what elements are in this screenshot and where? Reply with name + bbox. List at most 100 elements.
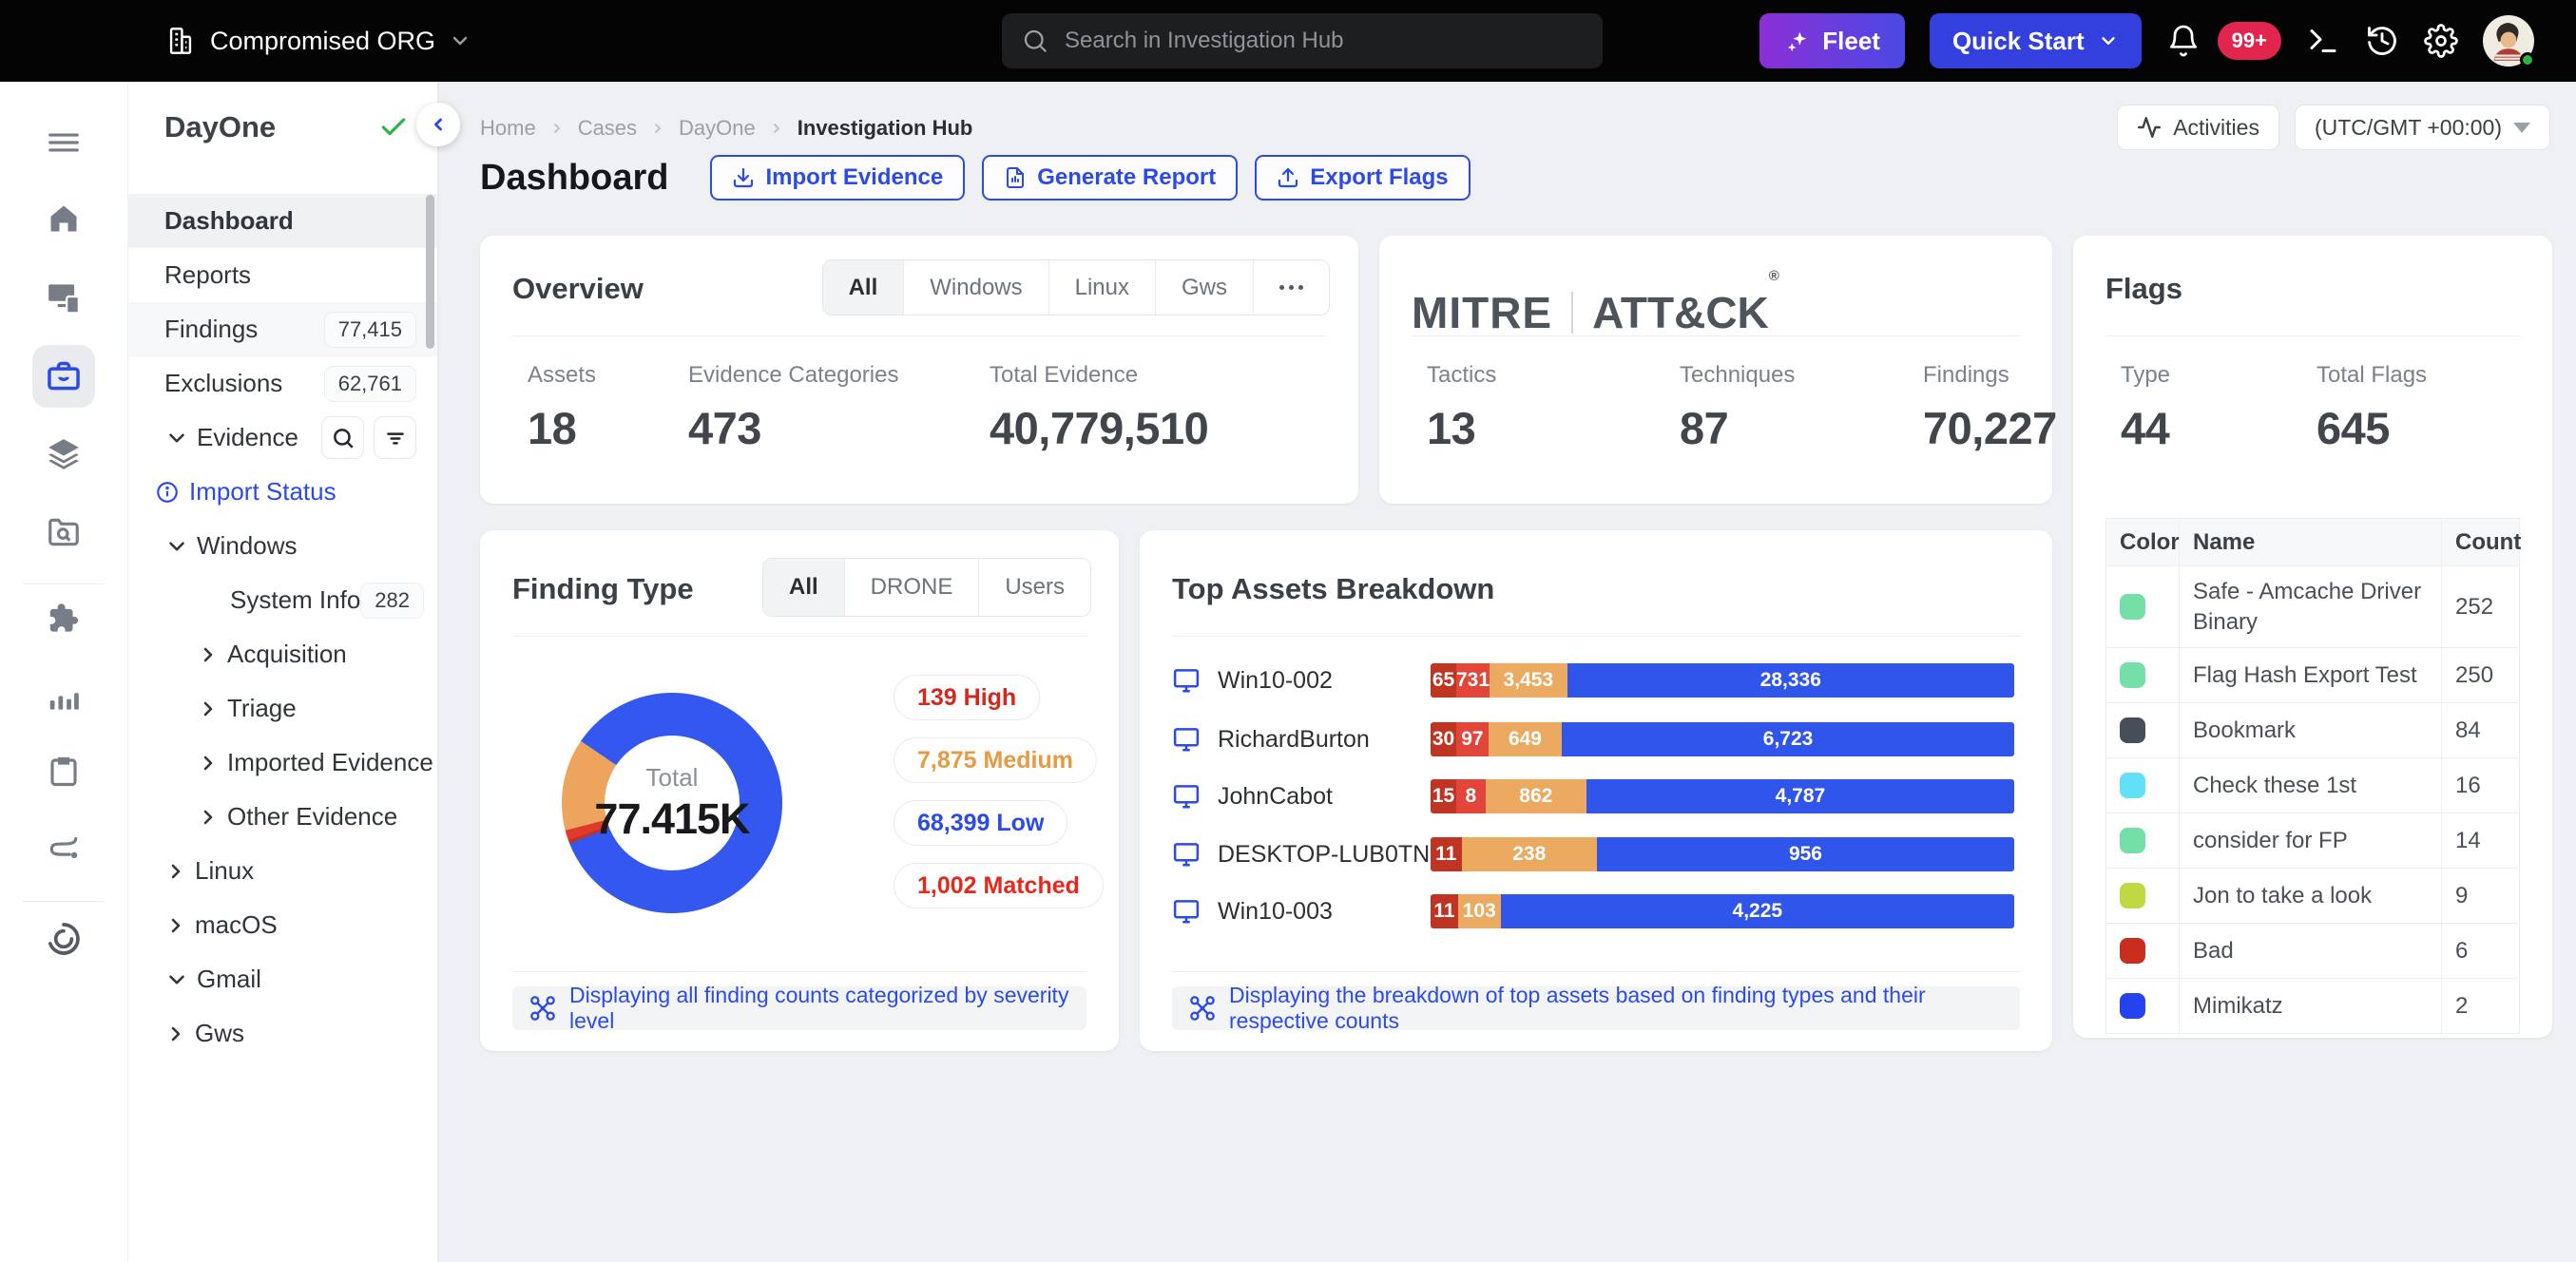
sidebar-item-evidence[interactable]: Evidence (128, 411, 437, 465)
sidebar-collapse-button[interactable] (416, 103, 460, 146)
flag-row[interactable]: Jon to take a look9 (2106, 869, 2519, 924)
sidebar-scrollbar-thumb[interactable] (426, 195, 434, 349)
tab-all[interactable]: All (763, 559, 844, 616)
sidebar-item-system-info[interactable]: System Info282 (128, 573, 437, 627)
drone-hub-logo-icon[interactable] (45, 920, 83, 958)
sidebar-item-triage[interactable]: Triage (128, 681, 437, 736)
flag-row[interactable]: Bookmark84 (2106, 703, 2519, 758)
flag-row[interactable]: consider for FP14 (2106, 813, 2519, 869)
finding-count-segment: 8 (1456, 779, 1486, 813)
org-name: Compromised ORG (210, 27, 435, 56)
case-briefcase-icon[interactable] (46, 358, 82, 394)
breadcrumb-home[interactable]: Home (480, 116, 536, 141)
donut-total-label: Total (646, 763, 699, 793)
flag-row[interactable]: Safe - Amcache Driver Binary252 (2106, 566, 2519, 648)
case-check-icon (378, 112, 409, 143)
sidebar-item-linux[interactable]: Linux (128, 844, 437, 898)
activities-button[interactable]: Activities (2117, 105, 2279, 150)
tab-gws[interactable]: Gws (1155, 260, 1253, 315)
flag-row[interactable]: Mimikatz2 (2106, 979, 2519, 1034)
asset-name[interactable]: DESKTOP-LUB0TNN (1218, 841, 1447, 869)
asset-name[interactable]: JohnCabot (1218, 783, 1333, 811)
overview-card: Overview All Windows Linux Gws Assets 18… (480, 236, 1358, 504)
console-button[interactable] (2306, 24, 2340, 58)
sidebar-item-import-status[interactable]: Import Status (128, 465, 437, 519)
evidence-filter-button[interactable] (374, 416, 416, 459)
chevron-right-icon (197, 806, 220, 829)
legend-pill-low[interactable]: 68,399 Low (894, 800, 1067, 846)
user-avatar[interactable] (2483, 15, 2534, 67)
notification-count-badge[interactable]: 99+ (2218, 22, 2281, 60)
tab-windows[interactable]: Windows (903, 260, 1048, 315)
sidebar-item-findings[interactable]: Findings77,415 (128, 302, 437, 356)
report-file-icon (1004, 166, 1027, 189)
sidebar-item-macos[interactable]: macOS (128, 898, 437, 952)
generate-report-button[interactable]: Generate Report (982, 155, 1238, 201)
finding-count-segment: 28,336 (1567, 663, 2014, 698)
evidence-search-button[interactable] (321, 416, 364, 459)
statistics-bars-icon[interactable] (46, 679, 82, 716)
timezone-value: (UTC/GMT +00:00) (2315, 115, 2502, 141)
quick-start-button[interactable]: Quick Start (1930, 13, 2142, 68)
mitre-attack-logo: MITRE ATT&CK® (1412, 287, 1779, 338)
evidence-categories-value: 473 (688, 402, 898, 454)
tab-users[interactable]: Users (978, 559, 1090, 616)
fleet-button[interactable]: Fleet (1759, 13, 1905, 68)
search-input[interactable] (1065, 28, 1584, 54)
home-icon[interactable] (47, 201, 81, 236)
sidebar-item-dashboard[interactable]: Dashboard (128, 194, 437, 248)
tasks-clipboard-icon[interactable] (47, 755, 81, 789)
sidebar-item-exclusions[interactable]: Exclusions62,761 (128, 356, 437, 411)
history-icon (2365, 24, 2399, 58)
legend-pill-high[interactable]: 139 High (894, 675, 1040, 720)
flag-row[interactable]: Bad6 (2106, 924, 2519, 979)
integrations-puzzle-icon[interactable] (46, 602, 82, 638)
export-flags-button[interactable]: Export Flags (1255, 155, 1470, 201)
evidence-layers-icon[interactable] (46, 436, 82, 472)
asset-name[interactable]: RichardBurton (1218, 726, 1370, 754)
legend-pill-medium[interactable]: 7,875 Medium (894, 737, 1097, 783)
asset-name[interactable]: Win10-003 (1218, 898, 1333, 926)
import-evidence-button[interactable]: Import Evidence (710, 155, 965, 201)
chevron-right-icon (650, 121, 665, 136)
breadcrumb-current: Investigation Hub (798, 116, 973, 141)
sidebar-item-label: Gmail (197, 965, 261, 994)
history-button[interactable] (2365, 24, 2399, 58)
building-icon (164, 25, 197, 57)
sidebar-item-acquisition[interactable]: Acquisition (128, 627, 437, 681)
more-tabs-button[interactable] (1253, 260, 1329, 315)
sidebar-item-reports[interactable]: Reports (128, 248, 437, 302)
legend-pill-matched[interactable]: 1,002 Matched (894, 863, 1104, 908)
flag-row[interactable]: Check these 1st16 (2106, 758, 2519, 813)
sidebar-item-gws[interactable]: Gws (128, 1006, 437, 1061)
finding-count-segment: 238 (1462, 837, 1597, 871)
tab-drone[interactable]: DRONE (844, 559, 979, 616)
tab-linux[interactable]: Linux (1048, 260, 1155, 315)
notifications-button[interactable] (2166, 24, 2201, 58)
org-selector[interactable]: Compromised ORG (164, 0, 471, 82)
sidebar-item-label: System Info (230, 585, 360, 615)
chevron-right-icon (164, 860, 187, 883)
flag-type-label: Type (2121, 362, 2170, 389)
hamburger-menu-icon[interactable] (46, 124, 82, 161)
settings-button[interactable] (2424, 24, 2458, 58)
flag-row[interactable]: Flag Hash Export Test250 (2106, 648, 2519, 703)
breadcrumb-cases[interactable]: Cases (578, 116, 637, 141)
assets-devices-icon[interactable] (46, 278, 82, 315)
monitor-icon (1172, 897, 1201, 926)
finding-count-segment: 97 (1456, 722, 1489, 756)
tab-all[interactable]: All (823, 260, 904, 315)
logo-separator (1571, 292, 1573, 334)
sidebar-item-imported-evidence[interactable]: Imported Evidence (128, 736, 437, 790)
sidebar-item-gmail[interactable]: Gmail (128, 952, 437, 1006)
divider (1172, 971, 2020, 972)
sidebar-item-windows[interactable]: Windows (128, 519, 437, 573)
timezone-selector[interactable]: (UTC/GMT +00:00) (2295, 105, 2550, 150)
asset-name[interactable]: Win10-002 (1218, 667, 1333, 695)
sidebar-item-other-evidence[interactable]: Other Evidence (128, 790, 437, 844)
flow-route-icon[interactable] (46, 830, 82, 866)
sidebar-item-label: Imported Evidence (227, 748, 433, 777)
breadcrumb-case[interactable]: DayOne (679, 116, 756, 141)
folder-search-icon[interactable] (46, 514, 82, 550)
assets-label: Assets (528, 362, 596, 389)
